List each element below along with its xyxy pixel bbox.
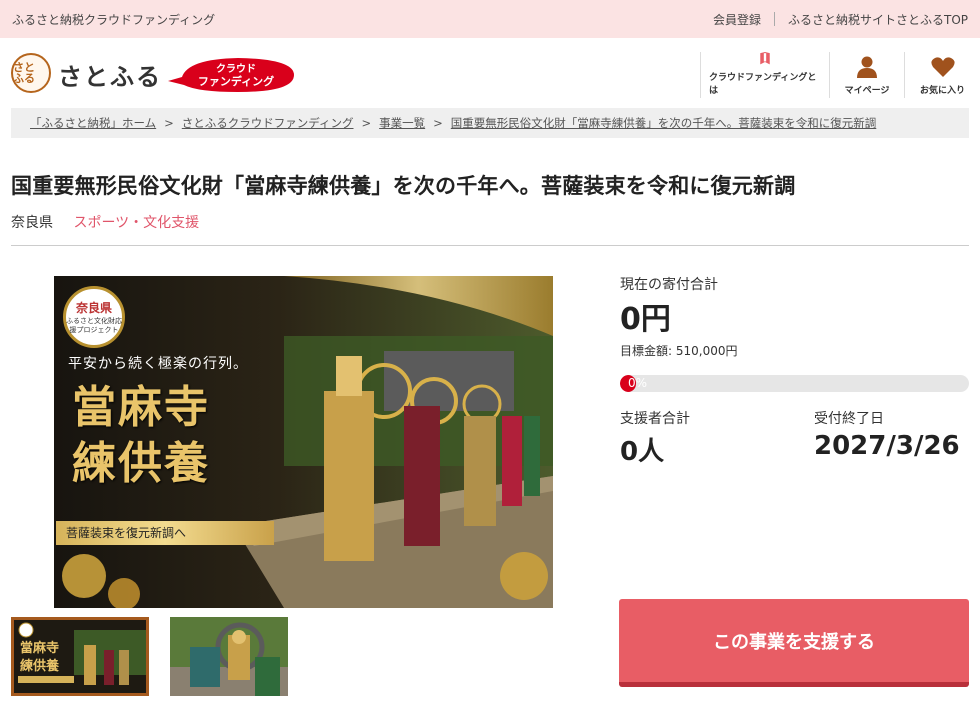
nav-label: お気に入り [919, 86, 965, 96]
thumbnail-2[interactable] [170, 617, 288, 696]
breadcrumb-projects[interactable]: 事業一覧 [379, 115, 425, 131]
breadcrumb-separator: > [164, 116, 174, 130]
donation-total-value: 0円 [620, 302, 671, 337]
hero-title: 當麻寺 練供養 [72, 380, 210, 492]
project-meta: 奈良県 スポーツ・文化支援 [11, 212, 199, 232]
breadcrumb-home[interactable]: 「ふるさと納税」ホーム [30, 115, 156, 131]
site-label: ふるさと納税クラウドファンディング [12, 12, 216, 27]
funding-progress-bar: 0% [620, 375, 969, 392]
user-icon [857, 56, 877, 78]
breadcrumb-separator: > [433, 116, 443, 130]
top-bar: ふるさと納税クラウドファンディング 会員登録 ふるさと納税サイトさとふるTOP [0, 0, 980, 38]
register-link[interactable]: 会員登録 [713, 11, 761, 28]
logo-text[interactable]: さとふる [58, 57, 162, 92]
satofull-top-link[interactable]: ふるさと納税サイトさとふるTOP [788, 11, 968, 28]
prefecture-label: 奈良県 [11, 215, 53, 231]
target-amount: 目標金額: 510,000円 [620, 344, 738, 358]
thumbnail-1[interactable]: 當麻寺 練供養 [11, 617, 149, 696]
breadcrumb: 「ふるさと納税」ホーム > さとふるクラウドファンディング > 事業一覧 > 国… [11, 108, 969, 138]
badge-line-2: ファンディング [197, 75, 275, 88]
hero-title-line-2: 練供養 [72, 438, 210, 489]
breadcrumb-separator: > [361, 116, 372, 130]
breadcrumb-crowdfunding[interactable]: さとふるクラウドファンディング [182, 115, 354, 131]
heart-icon [930, 57, 955, 77]
top-links: 会員登録 ふるさと納税サイトさとふるTOP [713, 11, 968, 28]
crowdfunding-badge[interactable]: クラウド ファンディング [168, 55, 298, 95]
site-header: さと ふる さとふる クラウド ファンディング クラウドファンディングとは マイ… [0, 38, 980, 108]
supporters-value: 0人 [620, 437, 665, 467]
bookmark-icon [760, 52, 770, 65]
logo-mark-icon[interactable]: さと ふる [11, 53, 51, 93]
page-title: 国重要無形民俗文化財「當麻寺練供養」を次の千年へ。菩薩装束を令和に復元新調 [11, 174, 796, 198]
hero-banner: 菩薩装束を復元新調へ [56, 521, 274, 545]
prefecture-badge: 奈良県 ふるさと文化財応援プロジェクト [63, 286, 125, 348]
hero-title-line-1: 當麻寺 [72, 382, 210, 433]
nav-label: クラウドファンディングとは [709, 73, 817, 96]
nav-about-crowdfunding[interactable]: クラウドファンディングとは [700, 52, 829, 98]
main-project-image: 奈良県 ふるさと文化財応援プロジェクト 平安から続く極楽の行列。 當麻寺 練供養… [54, 276, 553, 608]
progress-percent: 0% [628, 376, 648, 390]
hero-subtitle: 平安から続く極楽の行列。 [68, 356, 248, 372]
breadcrumb-current[interactable]: 国重要無形民俗文化財「當麻寺練供養」を次の千年へ。菩薩装束を令和に復元新調 [451, 115, 877, 131]
deadline-value: 2027/3/26 [814, 431, 960, 461]
thumbnail-image-icon: 當麻寺 練供養 [14, 620, 146, 693]
badge-sub: ふるさと文化財応援プロジェクト [66, 316, 122, 334]
category-link[interactable]: スポーツ・文化支援 [73, 215, 199, 231]
header-nav: クラウドファンディングとは マイページ お気に入り [700, 52, 980, 98]
supporters-label: 支援者合計 [620, 411, 690, 427]
divider [773, 12, 775, 26]
nav-label: マイページ [844, 86, 890, 96]
divider [11, 245, 969, 246]
donation-total-label: 現在の寄付合計 [620, 277, 718, 293]
svg-text:當麻寺: 當麻寺 [20, 640, 59, 656]
deadline-label: 受付終了日 [814, 411, 884, 427]
svg-text:練供養: 練供養 [20, 658, 59, 674]
nav-mypage[interactable]: マイページ [829, 52, 904, 98]
nav-favorites[interactable]: お気に入り [904, 52, 980, 98]
thumbnail-image-icon [170, 617, 288, 696]
badge-main: 奈良県 [75, 301, 112, 315]
support-project-button[interactable]: この事業を支援する [619, 599, 969, 687]
